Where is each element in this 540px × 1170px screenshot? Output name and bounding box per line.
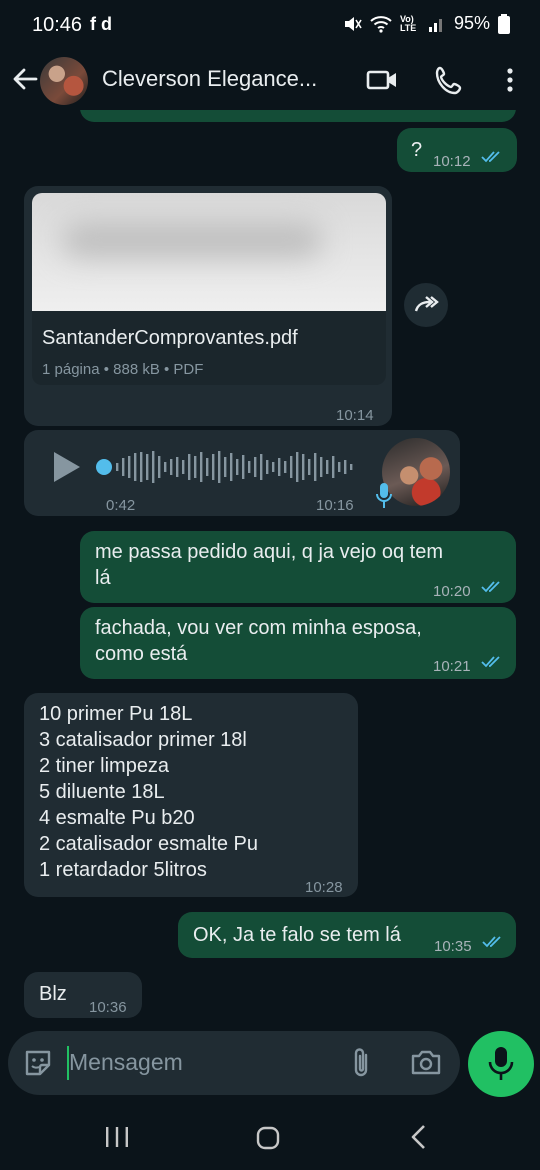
message-bubble-partial <box>80 110 516 122</box>
audio-waveform[interactable] <box>114 448 356 486</box>
message-composer: Mensagem <box>8 1031 460 1095</box>
sticker-icon[interactable] <box>22 1047 54 1079</box>
microphone-icon <box>376 483 392 508</box>
message-bubble-outgoing[interactable]: fachada, vou ver com minha esposa, como … <box>80 607 516 679</box>
back-arrow-icon[interactable] <box>10 64 40 94</box>
signal-icon <box>428 18 442 32</box>
notification-icons: f d <box>90 14 112 34</box>
message-time: 10:28 <box>305 879 343 896</box>
chat-area: ? 10:12 SantanderComprovantes.pdf 1 pági… <box>0 110 540 1030</box>
document-info: SantanderComprovantes.pdf 1 página • 888… <box>32 311 386 385</box>
attach-icon[interactable] <box>348 1046 376 1080</box>
message-text: ? <box>411 139 423 161</box>
message-time: 10:14 <box>336 407 374 424</box>
message-time: 10:36 <box>89 999 127 1016</box>
video-call-icon[interactable] <box>366 64 398 96</box>
home-icon[interactable] <box>256 1126 280 1150</box>
message-text: OK, Ja te falo se tem lá <box>193 924 401 946</box>
message-text: fachada, vou ver com minha esposa, como … <box>95 617 422 665</box>
message-bubble-outgoing[interactable]: OK, Ja te falo se tem lá 10:35 <box>178 912 516 958</box>
message-time: 10:12 <box>433 153 471 170</box>
forward-button[interactable] <box>404 283 448 327</box>
system-nav-bar <box>0 1098 540 1170</box>
document-meta: 1 página • 888 kB • PDF <box>42 361 204 378</box>
lte-label: Vo) LTE <box>399 13 417 33</box>
message-time: 10:16 <box>316 497 354 514</box>
back-nav-icon[interactable] <box>408 1124 430 1150</box>
audio-duration: 0:42 <box>106 497 136 514</box>
audio-progress-dot[interactable] <box>96 459 112 475</box>
message-input[interactable]: Mensagem <box>69 1049 183 1076</box>
recent-apps-icon[interactable] <box>104 1126 130 1148</box>
status-bar: 10:46 f d Vo) LTE 95% <box>0 0 540 52</box>
chat-header: Cleverson Elegance... <box>0 52 540 110</box>
message-text: me passa pedido aqui, q ja vejo oq tem l… <box>95 541 443 589</box>
read-ticks-icon <box>482 936 501 948</box>
message-time: 10:35 <box>434 938 472 955</box>
more-options-icon[interactable] <box>494 64 526 96</box>
voice-record-button[interactable] <box>468 1031 534 1097</box>
document-message[interactable]: SantanderComprovantes.pdf 1 página • 888… <box>24 186 392 426</box>
message-bubble-outgoing[interactable]: me passa pedido aqui, q ja vejo oq tem l… <box>80 531 516 603</box>
read-ticks-icon <box>481 581 500 593</box>
document-preview[interactable] <box>32 193 386 311</box>
forward-icon <box>414 296 439 312</box>
battery-icon <box>498 13 510 34</box>
read-ticks-icon <box>481 656 500 668</box>
battery-level: 95% <box>453 13 490 33</box>
message-bubble-incoming[interactable]: Blz 10:36 <box>24 972 142 1018</box>
message-text: 10 primer Pu 18L 3 catalisador primer 18… <box>39 703 259 881</box>
message-bubble-incoming[interactable]: 10 primer Pu 18L 3 catalisador primer 18… <box>24 693 358 897</box>
camera-icon[interactable] <box>410 1047 442 1077</box>
message-time: 10:20 <box>433 583 471 600</box>
phone-call-icon[interactable] <box>434 64 466 96</box>
status-right: Vo) LTE 95% <box>342 13 510 34</box>
status-time: 10:46 <box>32 14 83 36</box>
read-ticks-icon <box>481 151 500 163</box>
play-icon[interactable] <box>50 450 84 484</box>
mic-icon <box>488 1047 514 1080</box>
wifi-icon <box>370 15 392 33</box>
voice-message[interactable]: 0:42 10:16 <box>24 430 460 516</box>
message-text: Blz <box>39 983 67 1005</box>
message-bubble-outgoing[interactable]: ? 10:12 <box>397 128 517 172</box>
contact-avatar[interactable] <box>40 57 88 105</box>
contact-name[interactable]: Cleverson Elegance... <box>102 66 317 92</box>
document-filename: SantanderComprovantes.pdf <box>42 327 298 349</box>
mute-icon <box>344 16 362 31</box>
message-time: 10:21 <box>433 658 471 675</box>
